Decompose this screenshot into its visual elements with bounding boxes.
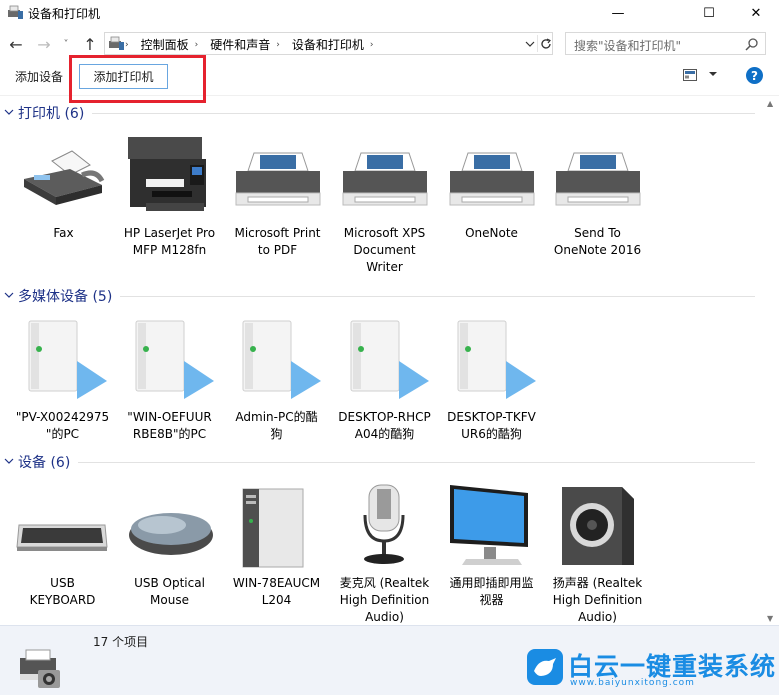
window-title: 设备和打印机 [28,7,101,21]
help-button[interactable]: ? [746,67,763,84]
group-title: 打印机 (6) [18,106,85,122]
group-title: 设备 (6) [18,455,71,471]
scrollbar-thumb[interactable] [767,113,775,609]
forward-button[interactable]: → [34,34,54,54]
chevron-down-icon [525,41,535,47]
back-button[interactable]: ← [6,34,26,54]
media-server-icon [457,320,536,399]
minimize-button[interactable]: — [595,0,641,26]
breadcrumb-hardware-sound[interactable]: 硬件和声音 [198,36,276,53]
speaker-icon [562,487,634,565]
device-label: Fax [53,226,74,240]
computer-tower-icon [242,488,304,568]
keyboard-icon [16,524,108,551]
device-label: 麦克风 (Realtek High Definition Audio) [339,576,430,624]
item-count: 17 个项目 [93,635,149,649]
chevron-down-icon[interactable] [4,291,18,301]
group-header-devices[interactable]: 设备 (6) [0,452,763,472]
printer-camera-icon [20,649,60,688]
annotation-highlight-box [69,55,206,103]
search-input[interactable]: 搜索"设备和打印机" [565,32,766,55]
maximize-button[interactable]: ☐ [686,0,732,26]
device-label: DESKTOP-RHCP A04的酷狗 [338,410,431,441]
watermark-url: www.baiyunxitong.com [570,678,695,688]
chevron-down-icon[interactable] [4,108,18,118]
add-device-button[interactable]: 添加设备 [15,68,63,85]
breadcrumb-control-panel[interactable]: 控制面板 [129,36,195,53]
scroll-down-icon[interactable]: ▼ [767,614,773,623]
device-label: Microsoft XPS Document Writer [343,226,426,274]
mfp-printer-icon [128,137,206,211]
device-label: Send To OneNote 2016 [553,226,642,257]
device-label: Microsoft Print to PDF [234,226,321,257]
group-header-printers[interactable]: 打印机 (6) [0,103,763,123]
device-label: HP LaserJet Pro MFP M128fn [123,226,216,257]
breadcrumb-separator[interactable]: › [370,40,374,50]
group-divider [120,295,755,297]
title-bar: 设备和打印机 — ☐ ✕ [0,0,779,26]
device-label: "PV-X00242975 "的PC [15,410,110,441]
group-title: 多媒体设备 (5) [18,289,113,305]
address-dropdown-button[interactable] [524,36,536,51]
group-divider [78,461,755,463]
refresh-button[interactable] [537,35,553,52]
printer-icon [235,152,321,206]
close-button[interactable]: ✕ [733,0,779,26]
device-label: "WIN-OEFUUR RBE8B"的PC [127,410,212,441]
group-divider [92,112,755,114]
change-view-icon[interactable] [683,69,697,81]
device-label: WIN-78EAUCM L204 [232,576,321,607]
device-label: USB KEYBOARD [29,576,96,607]
recent-locations-button[interactable]: ˅ [60,34,72,54]
device-label: Admin-PC的酷 狗 [235,410,318,441]
search-icon[interactable] [745,37,759,51]
media-server-icon [350,320,429,399]
mouse-icon [129,513,213,555]
view-options-dropdown-icon[interactable] [708,69,718,79]
control-panel-icon [109,36,124,50]
scroll-up-icon[interactable]: ▲ [767,99,773,108]
vertical-scrollbar[interactable]: ▲ ▼ [763,97,779,625]
device-label: DESKTOP-TKFV UR6的酷狗 [447,410,536,441]
fax-icon [24,150,105,205]
devices-printers-app-icon [8,5,23,19]
printer-icon [449,152,535,206]
printer-icon [342,152,428,206]
watermark-logo: 白云一键重装系统 www.baiyunxitong.com [527,647,775,693]
device-label: 通用即插即用监 视器 [449,576,534,607]
printer-icon [555,152,641,206]
breadcrumb-devices-printers[interactable]: 设备和打印机 [280,36,370,53]
group-header-media[interactable]: 多媒体设备 (5) [0,286,763,306]
media-server-icon [242,320,321,399]
monitor-icon [450,485,528,565]
chevron-down-icon[interactable] [4,457,18,467]
bird-logo-icon [527,649,563,685]
devices-content-area: 打印机 (6) Fax HP LaserJet Pro MFP M128fn M… [0,97,763,625]
microphone-icon [363,484,405,564]
refresh-icon [540,37,551,49]
up-button[interactable]: ↑ [80,34,100,54]
media-server-icon [28,320,107,399]
search-placeholder: 搜索"设备和打印机" [574,39,682,53]
address-bar[interactable]: › 控制面板 › 硬件和声音 › 设备和打印机 › [104,32,553,55]
device-label: 扬声器 (Realtek High Definition Audio) [552,576,643,624]
device-label: USB Optical Mouse [134,576,205,607]
media-server-icon [135,320,214,399]
device-label: OneNote [465,226,518,240]
breadcrumb: › 控制面板 › 硬件和声音 › 设备和打印机 › [125,36,374,53]
